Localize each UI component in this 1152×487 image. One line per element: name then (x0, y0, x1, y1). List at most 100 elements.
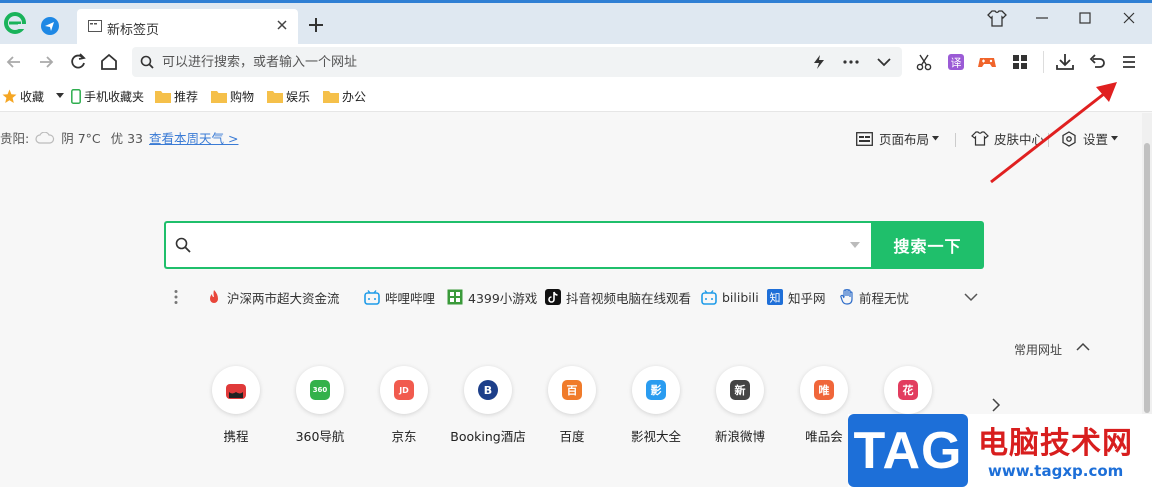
site-tile-booking[interactable]: B Booking酒店 (448, 366, 528, 445)
common-sites-label: 常用网址 (1014, 343, 1063, 357)
hot-link[interactable]: 前程无忧 (840, 287, 909, 307)
hot-link[interactable]: 抖音视频电脑在线观看 (545, 287, 691, 307)
weather-widget: 贵阳: 阴 7°C 优 33 查看本周天气 > (0, 128, 238, 147)
caret-down-icon[interactable] (56, 93, 65, 99)
title-bar: 新标签页 (0, 0, 1152, 44)
bookmark-folder[interactable]: 办公 (323, 87, 366, 105)
menu-icon[interactable] (1119, 52, 1139, 72)
svg-text:知: 知 (770, 291, 781, 305)
bookmark-folder[interactable]: 购物 (211, 87, 254, 105)
site-icon: 花 (884, 366, 932, 414)
chevron-right-icon[interactable] (990, 398, 1002, 412)
tab-title: 新标签页 (107, 23, 160, 38)
site-tile-hua[interactable]: 花 (868, 366, 948, 414)
weather-condition: 阴 7°C (61, 131, 101, 146)
scrollbar-thumb[interactable] (1144, 143, 1150, 413)
bookmark-folder[interactable]: 娱乐 (267, 87, 310, 105)
weather-aqi: 优 33 (110, 131, 144, 146)
site-icon: 360 (296, 366, 344, 414)
layout-icon (856, 131, 873, 146)
skin-shirt-icon[interactable] (985, 7, 1009, 29)
watermark-url: www.tagxp.com (988, 462, 1124, 480)
site-label: 影视大全 (630, 429, 681, 444)
close-window-icon[interactable] (1117, 7, 1141, 29)
gamepad-icon[interactable] (977, 52, 997, 72)
hot-link-label: bilibili (722, 289, 759, 305)
site-icon: 影 (632, 366, 680, 414)
chevron-down-icon[interactable] (876, 55, 892, 69)
game-icon (447, 289, 463, 305)
watermark: TAG 电脑技术网 www.tagxp.com (848, 414, 1152, 487)
search-icon (175, 237, 191, 253)
page-icon (88, 20, 102, 32)
address-input[interactable] (162, 47, 762, 77)
bookmark-favorites[interactable]: 收藏 (2, 87, 65, 105)
hot-link-label: 沪深两市超大资金流 (227, 290, 340, 306)
more-vertical-icon[interactable] (174, 289, 178, 305)
site-label: 新浪微博 (714, 429, 765, 444)
site-tile-weibo[interactable]: 新 新浪微博 (700, 366, 780, 445)
refresh-icon[interactable] (68, 52, 88, 72)
site-tile-video[interactable]: 影 影视大全 (616, 366, 696, 445)
hot-link[interactable]: bilibili (701, 287, 759, 307)
folder-icon (267, 90, 283, 103)
settings-label: 设置 (1083, 132, 1109, 147)
apps-grid-icon[interactable] (1010, 52, 1030, 72)
forward-icon[interactable] (36, 52, 56, 72)
tab-new-tab[interactable]: 新标签页 (77, 9, 298, 44)
weekly-weather-link[interactable]: 查看本周天气 > (149, 128, 238, 147)
close-tab-icon[interactable] (274, 17, 290, 33)
search-box[interactable] (164, 221, 871, 269)
maximize-icon[interactable] (1073, 7, 1097, 29)
back-icon[interactable] (4, 52, 24, 72)
lightning-icon[interactable] (812, 54, 826, 70)
search-input[interactable] (198, 223, 838, 267)
skin-center-label: 皮肤中心 (994, 132, 1045, 147)
site-tile-ctrip[interactable]: 携程 (196, 366, 276, 445)
minimize-icon[interactable] (1030, 7, 1054, 29)
pinned-tab-icon[interactable] (40, 16, 60, 36)
search-engine-dropdown-icon[interactable] (850, 242, 860, 249)
bookmark-folder[interactable]: 推荐 (155, 87, 198, 105)
360-nav-icon: 360 (310, 380, 330, 400)
site-icon (212, 366, 260, 414)
undo-icon[interactable] (1087, 52, 1107, 72)
download-icon[interactable] (1055, 52, 1075, 72)
bookmark-mobile-favorites[interactable]: 手机收藏夹 (71, 87, 144, 105)
more-dots-icon[interactable] (842, 54, 860, 70)
bilibili-icon (364, 289, 380, 305)
page-layout-button[interactable]: 页面布局 (856, 129, 940, 148)
home-icon[interactable] (99, 52, 119, 72)
hot-link[interactable]: 沪深两市超大资金流 (206, 287, 340, 307)
hot-link-label: 前程无忧 (859, 290, 910, 306)
scissors-icon[interactable] (914, 52, 934, 72)
bookmarks-bar: 收藏 手机收藏夹 推荐 购物 娱乐 办公 (0, 80, 1152, 112)
watermark-logo: TAG (848, 414, 968, 487)
chevron-up-icon[interactable] (1076, 341, 1090, 353)
bookmark-label: 购物 (230, 89, 255, 104)
hot-link[interactable]: 哔哩哔哩 (364, 287, 435, 307)
settings-button[interactable]: 设置 (1061, 129, 1119, 148)
site-tile-jd[interactable]: JD 京东 (364, 366, 444, 445)
page-layout-label: 页面布局 (879, 132, 930, 147)
hot-link[interactable]: 知 知乎网 (767, 287, 826, 307)
search-button[interactable]: 搜索一下 (871, 221, 984, 269)
svg-text:译: 译 (951, 57, 962, 70)
site-tile-baidu[interactable]: 百 百度 (532, 366, 612, 445)
expand-chevron-icon[interactable] (964, 293, 978, 302)
folder-icon (323, 90, 339, 103)
hand-icon (840, 289, 853, 305)
translate-icon[interactable]: 译 (946, 52, 966, 72)
site-icon: JD (380, 366, 428, 414)
site-label: 京东 (391, 429, 417, 444)
address-bar[interactable] (132, 47, 902, 77)
star-icon (2, 89, 17, 103)
window-top-border (0, 0, 1152, 3)
hot-link-label: 4399小游戏 (468, 290, 538, 306)
site-tile-360[interactable]: 360 360导航 (280, 366, 360, 445)
browser-logo-icon[interactable] (4, 12, 26, 34)
gear-icon (1062, 130, 1076, 147)
new-tab-icon[interactable] (307, 16, 325, 34)
hot-link[interactable]: 4399小游戏 (447, 287, 537, 307)
skin-center-button[interactable]: 皮肤中心 (971, 129, 1044, 148)
